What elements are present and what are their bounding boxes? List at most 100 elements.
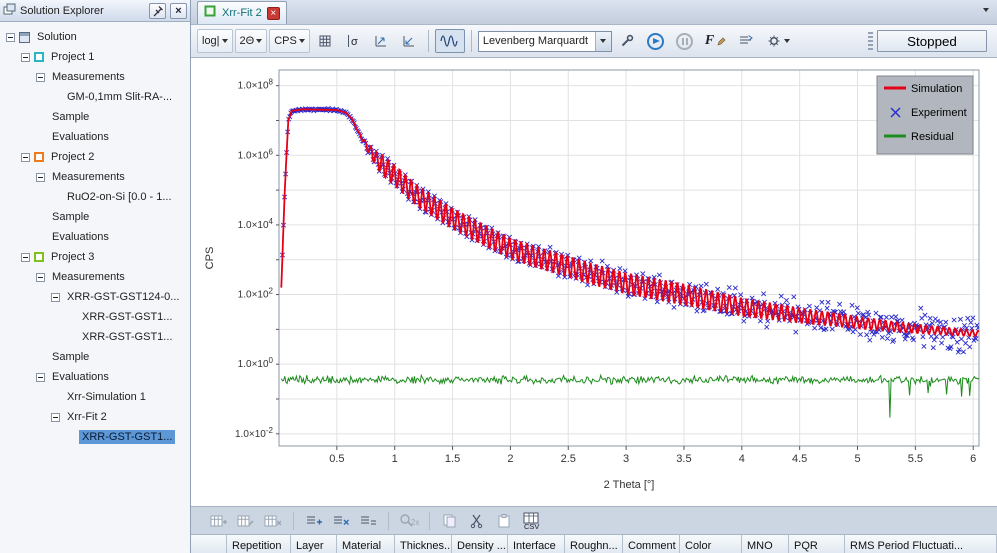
tree-item-label[interactable]: XRR-GST-GST1... xyxy=(79,310,175,324)
parameter-list-button-2[interactable] xyxy=(356,510,380,531)
tree-expander[interactable] xyxy=(21,252,30,262)
tree-expander[interactable] xyxy=(21,152,30,162)
table-header-cell[interactable]: Thicknes... xyxy=(395,535,452,553)
paste-button[interactable] xyxy=(492,510,516,531)
cut-button[interactable] xyxy=(465,510,489,531)
table-header-cell[interactable]: Color xyxy=(680,535,742,553)
tree-item[interactable]: Project 1 xyxy=(0,47,190,67)
copy-button[interactable] xyxy=(438,510,462,531)
delete-layer-button[interactable] xyxy=(261,510,285,531)
tree-item-label[interactable]: Evaluations xyxy=(49,230,112,244)
oscillation-view-button[interactable] xyxy=(434,29,465,53)
tree-item-label[interactable]: Project 1 xyxy=(48,50,97,64)
tree-item[interactable]: Evaluations xyxy=(0,227,190,247)
tree-item-label[interactable]: Measurements xyxy=(49,270,128,284)
table-header-cell[interactable]: MNO xyxy=(742,535,789,553)
table-header-cell[interactable]: Repetition xyxy=(227,535,291,553)
table-header-cell[interactable]: Roughn... xyxy=(565,535,623,553)
table-header-cell[interactable]: Density ... xyxy=(452,535,508,553)
tree-item-label[interactable]: Project 2 xyxy=(48,150,97,164)
add-parameter-button[interactable] xyxy=(302,510,326,531)
tree-item[interactable]: Project 3 xyxy=(0,247,190,267)
tree-item[interactable]: Solution xyxy=(0,27,190,47)
tree-expander[interactable] xyxy=(51,412,60,422)
tree-expander[interactable] xyxy=(36,272,45,282)
tree-item-label[interactable]: Evaluations xyxy=(49,130,112,144)
sigma-error-button[interactable]: σ xyxy=(340,29,366,53)
tree-item[interactable]: Sample xyxy=(0,107,190,127)
table-header-cell[interactable]: Material xyxy=(337,535,395,553)
tree-expander[interactable] xyxy=(21,52,30,62)
tree-item[interactable]: RuO2-on-Si [0.0 - 1... xyxy=(0,187,190,207)
xrr-chart-svg[interactable]: 1.0×108 1.0×106 1.0×104 1.0×102 1.0×100 1.0×1… xyxy=(191,58,997,503)
autoscale-y-button[interactable] xyxy=(396,29,422,53)
tree-item-label[interactable]: Project 3 xyxy=(48,250,97,264)
xrr-chart-area[interactable]: 1.0×108 1.0×106 1.0×104 1.0×102 1.0×100 1.0×1… xyxy=(191,58,997,507)
tree-expander[interactable] xyxy=(6,32,15,42)
tree-expander[interactable] xyxy=(36,372,45,382)
export-csv-button[interactable]: CSV xyxy=(519,510,543,531)
pause-fit-button[interactable] xyxy=(671,29,698,53)
grid-toggle-button[interactable] xyxy=(312,29,338,53)
algorithm-value: Levenberg Marquardt xyxy=(482,35,589,47)
table-header-cell[interactable]: Comment xyxy=(623,535,680,553)
tab-xrr-fit-2[interactable]: Xrr-Fit 2 × xyxy=(197,1,287,24)
auto-run-button[interactable] xyxy=(761,29,795,53)
tree-item-label[interactable]: XRR-GST-GST1... xyxy=(79,330,175,344)
tree-expander[interactable] xyxy=(36,72,45,82)
zoom-2x-button[interactable]: 2x xyxy=(397,510,421,531)
add-layer-button[interactable] xyxy=(207,510,231,531)
table-header-cell[interactable]: RMS Period Fluctuati... xyxy=(845,535,997,553)
table-header-cell[interactable]: Interface xyxy=(508,535,565,553)
edit-layer-button[interactable] xyxy=(234,510,258,531)
table-header-cell[interactable]: PQR xyxy=(789,535,845,553)
tree-item[interactable]: XRR-GST-GST124-0... xyxy=(0,287,190,307)
tree-item-label[interactable]: Measurements xyxy=(49,170,128,184)
tab-close-button[interactable]: × xyxy=(266,6,280,20)
tree-item-label[interactable]: Xrr-Fit 2 xyxy=(64,410,110,424)
log-scale-button[interactable]: log| xyxy=(197,29,233,53)
tab-overflow-icon[interactable] xyxy=(983,8,989,12)
tree-item-label[interactable]: Evaluations xyxy=(49,370,112,384)
autoscale-x-button[interactable] xyxy=(368,29,394,53)
tree-item[interactable]: Sample xyxy=(0,207,190,227)
tree-item[interactable]: XRR-GST-GST1... xyxy=(0,307,190,327)
tree-item-label[interactable]: Sample xyxy=(49,350,92,364)
tree-item-label[interactable]: Sample xyxy=(49,110,92,124)
tree-item[interactable]: XRR-GST-GST1... xyxy=(0,427,190,447)
table-header-cell[interactable]: Layer xyxy=(291,535,337,553)
tree-item-label[interactable]: Sample xyxy=(49,210,92,224)
tree-item[interactable]: Measurements xyxy=(0,167,190,187)
tree-item[interactable]: Measurements xyxy=(0,67,190,87)
tree-item-label[interactable]: XRR-GST-GST124-0... xyxy=(64,290,182,304)
edit-fit-parameters-button[interactable]: F xyxy=(700,29,731,53)
remove-parameter-button[interactable] xyxy=(329,510,353,531)
toolbar-grip[interactable] xyxy=(868,32,873,50)
close-panel-button[interactable]: × xyxy=(170,2,187,19)
tree-item-label[interactable]: GM-0,1mm Slit-RA-... xyxy=(64,90,175,104)
tree-item[interactable]: Xrr-Simulation 1 xyxy=(0,387,190,407)
cps-axis-button[interactable]: CPS xyxy=(269,29,310,53)
fit-status-button[interactable]: Stopped xyxy=(877,30,987,52)
tree-item[interactable]: XRR-GST-GST1... xyxy=(0,327,190,347)
two-theta-axis-button[interactable]: 2Θ xyxy=(234,29,268,53)
algorithm-select[interactable]: Levenberg Marquardt xyxy=(477,30,612,52)
fit-settings-button[interactable] xyxy=(614,29,640,53)
tree-item-label[interactable]: Solution xyxy=(34,30,80,44)
parameter-list-button[interactable] xyxy=(733,29,759,53)
tree-item[interactable]: Evaluations xyxy=(0,127,190,147)
run-fit-button[interactable] xyxy=(642,29,669,53)
tree-expander[interactable] xyxy=(36,172,45,182)
tree-item-label[interactable]: Xrr-Simulation 1 xyxy=(64,390,149,404)
pin-button[interactable] xyxy=(149,2,166,19)
tree-item-label[interactable]: RuO2-on-Si [0.0 - 1... xyxy=(64,190,175,204)
tree-item-label[interactable]: Measurements xyxy=(49,70,128,84)
tree-item[interactable]: Xrr-Fit 2 xyxy=(0,407,190,427)
tree-item[interactable]: Evaluations xyxy=(0,367,190,387)
tree-item[interactable]: Project 2 xyxy=(0,147,190,167)
tree-item[interactable]: Sample xyxy=(0,347,190,367)
tree-item[interactable]: Measurements xyxy=(0,267,190,287)
tree-item[interactable]: GM-0,1mm Slit-RA-... xyxy=(0,87,190,107)
tree-item-label-selected[interactable]: XRR-GST-GST1... xyxy=(79,430,176,444)
tree-expander[interactable] xyxy=(51,292,60,302)
